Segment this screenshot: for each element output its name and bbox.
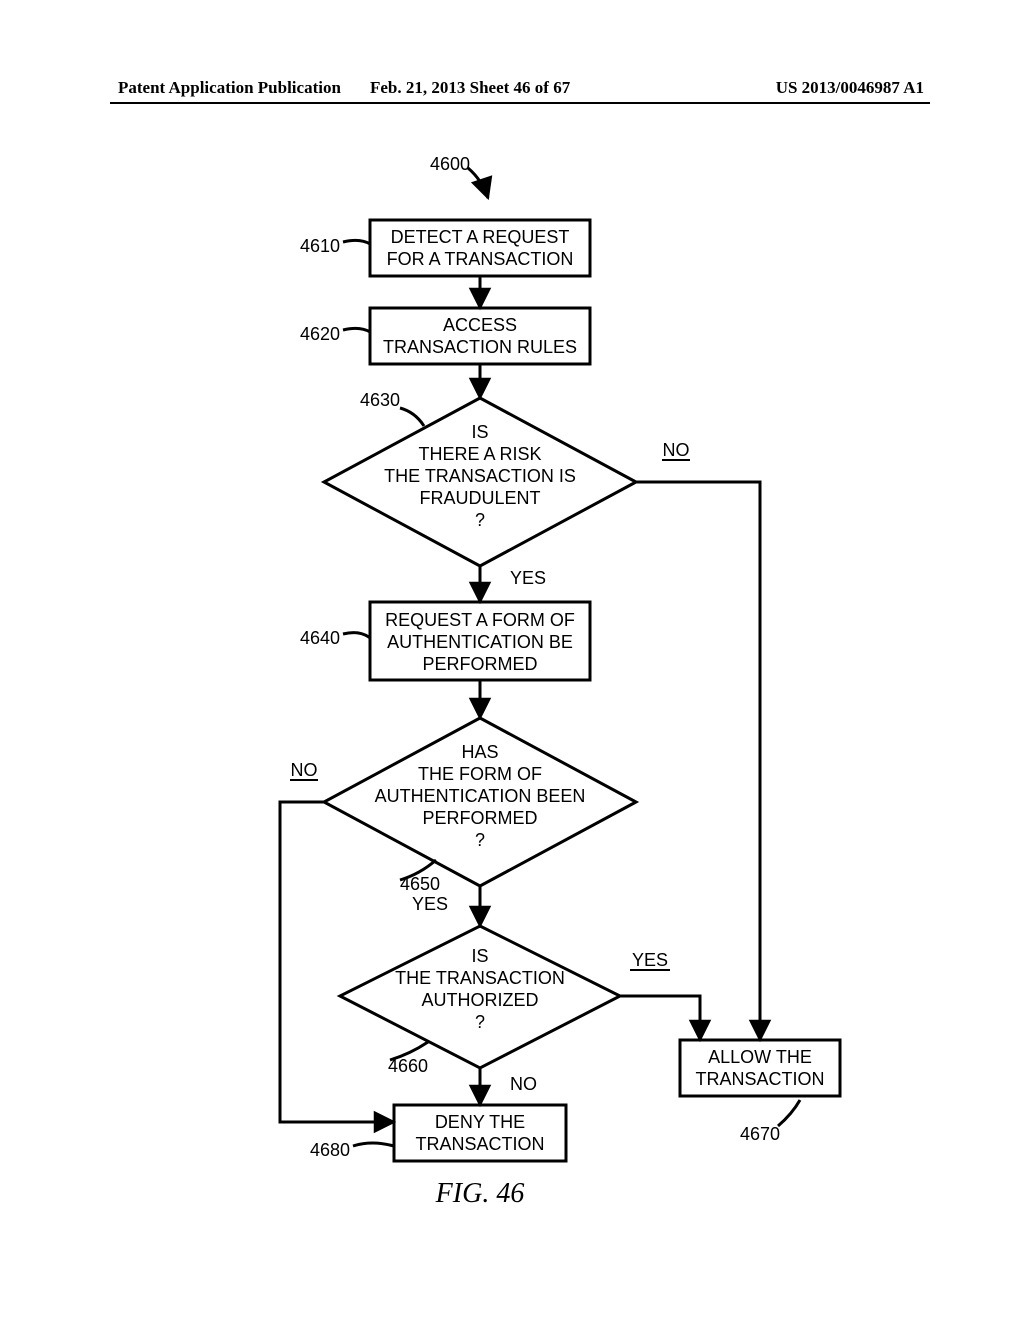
node-4630-text: FRAUDULENT — [419, 488, 540, 508]
node-4640-text: REQUEST A FORM OF — [385, 610, 575, 630]
node-4620-text: TRANSACTION RULES — [383, 337, 577, 357]
leader-4620 — [343, 328, 370, 332]
node-4660-text: IS — [471, 946, 488, 966]
ref-4620: 4620 — [300, 324, 340, 344]
figure-caption: FIG. 46 — [435, 1178, 525, 1209]
ref-4610: 4610 — [300, 236, 340, 256]
page: Patent Application Publication Feb. 21, … — [0, 0, 1024, 1320]
node-4650-text: THE FORM OF — [418, 764, 542, 784]
edge-yes-label: YES — [510, 568, 546, 588]
header-pubnum: US 2013/0046987 A1 — [776, 78, 924, 98]
node-4640-text: PERFORMED — [422, 654, 537, 674]
node-4650-text: PERFORMED — [422, 808, 537, 828]
node-4670-text: ALLOW THE — [708, 1047, 812, 1067]
ref-4640: 4640 — [300, 628, 340, 648]
header-rule — [110, 102, 930, 104]
header-publication: Patent Application Publication — [118, 78, 341, 98]
edge-yes-label: YES — [632, 950, 668, 970]
leader-4630 — [400, 408, 424, 426]
node-4640-text: AUTHENTICATION BE — [387, 632, 573, 652]
ref-4670: 4670 — [740, 1124, 780, 1144]
node-4680-text: DENY THE — [435, 1112, 525, 1132]
edge-4650-no — [280, 802, 394, 1122]
node-4670-text: TRANSACTION — [695, 1069, 824, 1089]
leader-4680 — [353, 1143, 394, 1146]
node-4660-text: AUTHORIZED — [422, 990, 539, 1010]
node-4680-text: TRANSACTION — [415, 1134, 544, 1154]
leader-4670 — [778, 1100, 800, 1126]
flowchart: 4600 DETECT A REQUEST FOR A TRANSACTION … — [0, 130, 1024, 1250]
node-4610-text: DETECT A REQUEST — [391, 227, 570, 247]
ref-4680: 4680 — [310, 1140, 350, 1160]
node-4630-text: ? — [475, 510, 485, 530]
leader-4610 — [343, 240, 370, 244]
edge-4660-yes — [620, 996, 700, 1040]
edge-no-label: NO — [291, 760, 318, 780]
node-4650-text: ? — [475, 830, 485, 850]
edge-no-label: NO — [510, 1074, 537, 1094]
edge-yes-label: YES — [412, 894, 448, 914]
leader-4640 — [343, 633, 370, 638]
node-4660-text: ? — [475, 1012, 485, 1032]
node-4630-text: IS — [471, 422, 488, 442]
node-4610-text: FOR A TRANSACTION — [387, 249, 574, 269]
node-4630-text: THERE A RISK — [418, 444, 541, 464]
node-4650-text: HAS — [461, 742, 498, 762]
figure-number-label: 4600 — [430, 154, 470, 174]
node-4620-text: ACCESS — [443, 315, 517, 335]
edge-no-label: NO — [663, 440, 690, 460]
figure-number-arrow — [468, 168, 488, 198]
node-4660-text: THE TRANSACTION — [395, 968, 565, 988]
node-4650-text: AUTHENTICATION BEEN — [375, 786, 586, 806]
header-sheet: Feb. 21, 2013 Sheet 46 of 67 — [370, 78, 570, 98]
node-4630-text: THE TRANSACTION IS — [384, 466, 576, 486]
ref-4630: 4630 — [360, 390, 400, 410]
